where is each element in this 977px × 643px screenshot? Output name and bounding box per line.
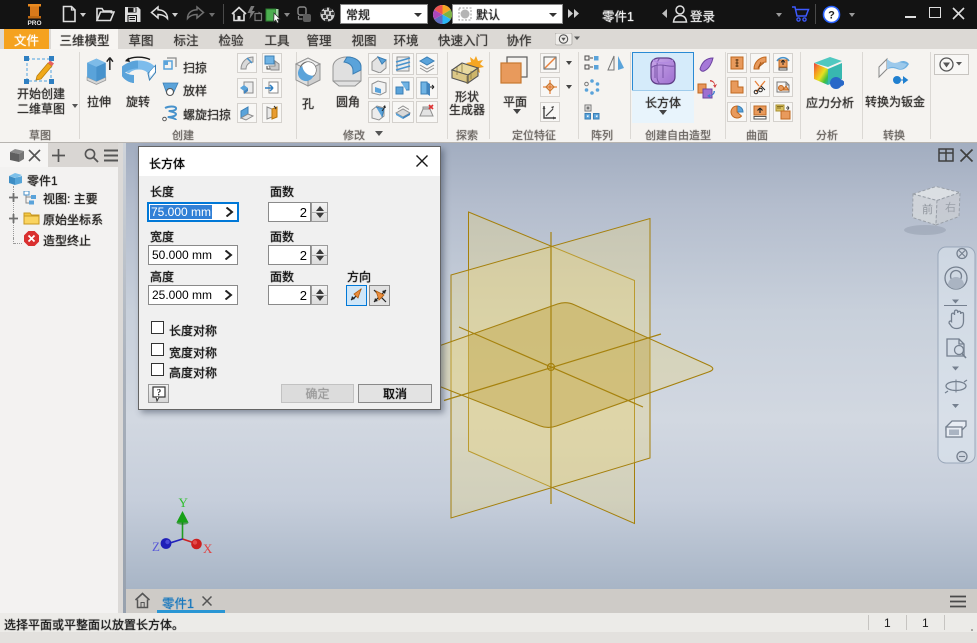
svg-text:前: 前	[922, 202, 933, 216]
svg-text:Y: Y	[179, 495, 189, 510]
svg-text:Z: Z	[152, 539, 160, 554]
svg-text:?: ?	[157, 388, 162, 398]
svg-text:PRO: PRO	[27, 20, 41, 26]
svg-text:?: ?	[828, 10, 835, 22]
svg-text:X: X	[203, 541, 213, 556]
svg-text:右: 右	[945, 200, 956, 214]
